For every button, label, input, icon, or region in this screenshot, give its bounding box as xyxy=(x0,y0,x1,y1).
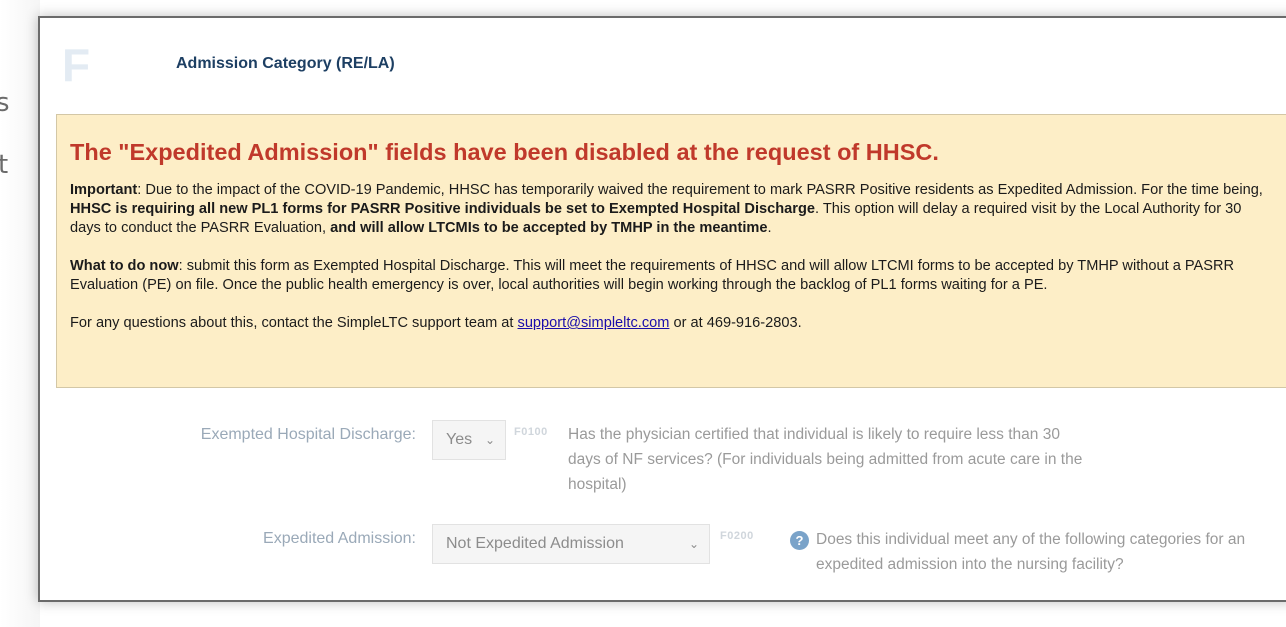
section-title: Admission Category (RE/LA) xyxy=(176,55,395,72)
admission-category-panel: F Admission Category (RE/LA) The "Expedi… xyxy=(38,16,1286,602)
notice-text: . xyxy=(767,220,772,236)
notice-heading: The "Expedited Admission" fields have be… xyxy=(70,139,939,165)
what-to-do-label: What to do now xyxy=(70,258,179,274)
expedited-admission-label: Expedited Admission: xyxy=(263,530,416,547)
notice-bold-text: and will allow LTCMIs to be accepted by … xyxy=(330,220,768,236)
important-label: Important xyxy=(70,182,138,198)
select-value: Not Expedited Admission xyxy=(446,535,624,552)
exempted-hospital-discharge-select[interactable]: Yes ⌄ xyxy=(432,420,506,460)
field-code: F0200 xyxy=(720,530,754,542)
notice-important-paragraph: Important: Due to the impact of the COVI… xyxy=(70,181,1275,238)
background-partial-text: t xyxy=(0,150,9,180)
covid-notice-box: The "Expedited Admission" fields have be… xyxy=(56,114,1286,388)
background-partial-text: s xyxy=(0,88,10,118)
field-code: F0100 xyxy=(514,426,548,438)
chevron-down-icon: ⌄ xyxy=(484,433,495,447)
chevron-down-icon: ⌄ xyxy=(688,537,699,551)
notice-bold-text: HHSC is requiring all new PL1 forms for … xyxy=(70,201,815,217)
notice-text: or at 469-916-2803. xyxy=(669,315,802,331)
select-value: Yes xyxy=(446,431,473,448)
exempted-hospital-discharge-label: Exempted Hospital Discharge: xyxy=(200,426,416,443)
expedited-question-text: Does this individual meet any of the fol… xyxy=(816,531,1246,573)
notice-text: : Due to the impact of the COVID-19 Pand… xyxy=(137,182,1263,198)
support-email-link[interactable]: support@simpleltc.com xyxy=(518,315,670,331)
notice-contact-paragraph: For any questions about this, contact th… xyxy=(70,314,1275,333)
notice-text: : submit this form as Exempted Hospital … xyxy=(70,258,1235,293)
page: s t F Admission Category (RE/LA) The "Ex… xyxy=(0,0,1286,627)
question-circle-icon[interactable]: ? xyxy=(790,531,809,550)
expedited-admission-select[interactable]: Not Expedited Admission ⌄ xyxy=(432,524,710,564)
section-letter: F xyxy=(62,39,91,91)
exempted-question-text: Has the physician certified that individ… xyxy=(568,426,1083,493)
notice-text: For any questions about this, contact th… xyxy=(70,315,518,331)
notice-what-to-do-paragraph: What to do now: submit this form as Exem… xyxy=(70,257,1275,295)
